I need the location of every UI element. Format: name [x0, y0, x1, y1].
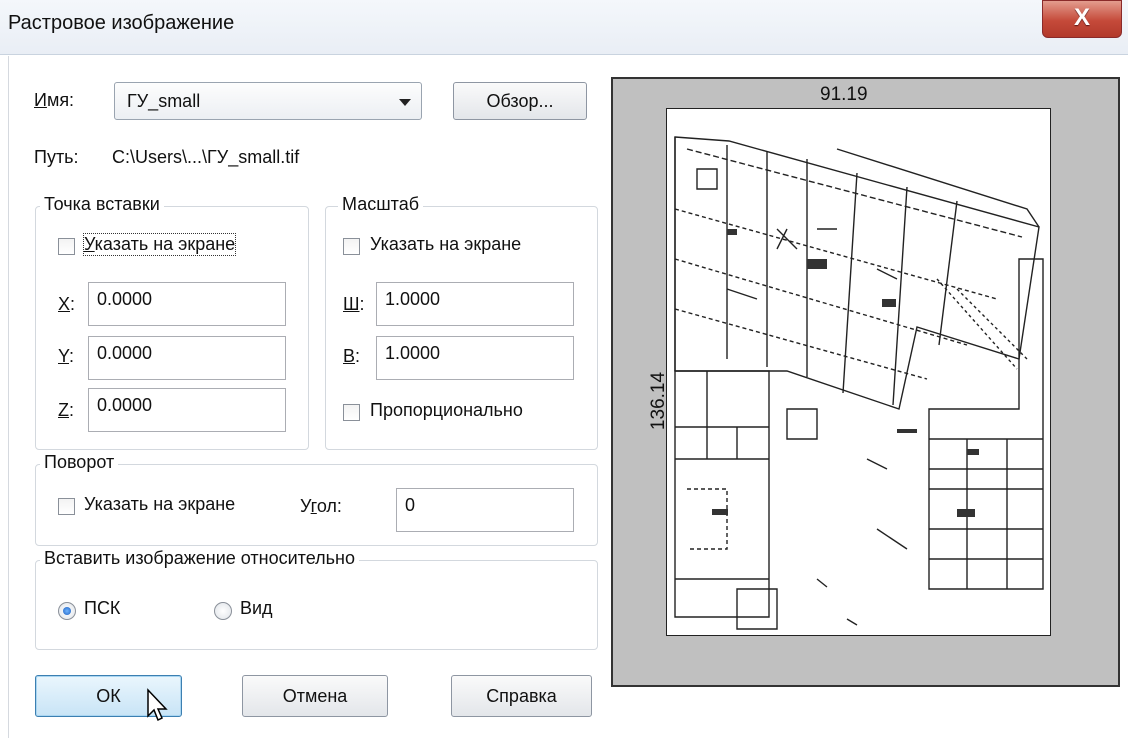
floor-plan-image — [674, 136, 1044, 630]
path-value: C:\Users\...\ГУ_small.tif — [112, 147, 300, 167]
z-label: Z: — [58, 400, 75, 420]
y-label: Y: — [58, 346, 75, 366]
browse-button[interactable]: Обзор... — [453, 82, 587, 120]
insert-point-title: Точка вставки — [40, 194, 164, 215]
relative-title: Вставить изображение относительно — [40, 548, 359, 569]
view-label[interactable]: Вид — [240, 598, 273, 619]
proportional-label[interactable]: Пропорционально — [370, 400, 523, 421]
rotation-title: Поворот — [40, 452, 119, 473]
name-value: ГУ_small — [127, 91, 201, 111]
view-radio[interactable] — [214, 602, 232, 620]
rotation-specify-checkbox[interactable] — [58, 498, 75, 515]
angle-input[interactable]: 0 — [396, 488, 574, 532]
ucs-label[interactable]: ПСК — [84, 598, 120, 619]
height-scale-input[interactable]: 1.0000 — [376, 336, 574, 380]
rotation-specify-label[interactable]: Указать на экране — [84, 494, 235, 515]
mouse-cursor-icon — [147, 688, 168, 722]
raster-image-preview — [666, 108, 1051, 636]
close-icon: X — [1073, 4, 1090, 31]
scale-specify-checkbox[interactable] — [343, 238, 360, 255]
scale-title: Масштаб — [338, 194, 424, 215]
x-input[interactable]: 0.0000 — [88, 282, 286, 326]
insert-specify-checkbox[interactable] — [58, 238, 75, 255]
path-label: Путь: — [34, 147, 79, 167]
height-scale-label: В: — [343, 346, 361, 366]
help-button[interactable]: Справка — [451, 675, 592, 717]
x-label: X: — [58, 294, 76, 314]
close-button[interactable]: X — [1042, 0, 1122, 38]
y-input[interactable]: 0.0000 — [88, 336, 286, 380]
z-input[interactable]: 0.0000 — [88, 388, 286, 432]
angle-label: Угол: — [300, 496, 342, 516]
ucs-radio[interactable] — [58, 602, 76, 620]
scale-specify-label[interactable]: Указать на экране — [370, 234, 521, 255]
cancel-button[interactable]: Отмена — [242, 675, 388, 717]
title-bar: Растровое изображение X — [0, 0, 1128, 55]
chevron-down-icon[interactable] — [399, 99, 411, 106]
proportional-checkbox[interactable] — [343, 404, 360, 421]
window-title: Растровое изображение — [8, 12, 235, 34]
preview-width-label: 91.19 — [820, 84, 868, 105]
width-scale-input[interactable]: 1.0000 — [376, 282, 574, 326]
insert-specify-label[interactable]: Указать на экране — [82, 233, 237, 256]
name-label: Имя: — [34, 90, 75, 110]
width-scale-label: Ш: — [343, 294, 365, 314]
name-combobox[interactable]: ГУ_small — [114, 82, 422, 120]
